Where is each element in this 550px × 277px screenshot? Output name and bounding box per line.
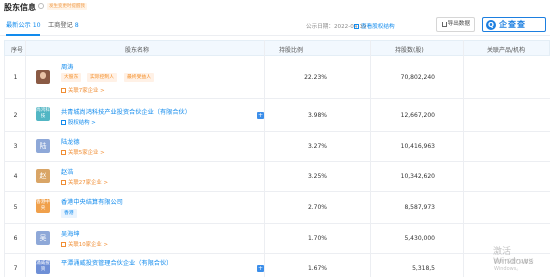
structure-icon [354,24,359,29]
equity-structure-sub-link[interactable]: 股权结构 > [61,118,96,126]
row-index: 1 [13,74,18,81]
company-icon [61,180,66,185]
related-companies-link[interactable]: 关联5家企业 > [61,148,105,156]
share-ratio: 1.67% [307,265,327,272]
download-icon [442,22,447,27]
company-icon [61,88,66,93]
table-row: 6 吴 吴海坤 关联10家企业 > 1.70% 5,430,000 [4,224,550,254]
share-amount: 10,342,620 [400,173,435,180]
table-row: 4 赵 赵浩 关联27家企业 > 3.25% 10,342,620 [4,162,550,192]
avatar [36,70,50,84]
structure-icon [61,120,66,125]
expand-plus-icon[interactable]: + [257,265,264,272]
expand-plus-icon[interactable]: + [257,112,264,119]
row-index: 2 [13,112,18,119]
brand-name: 企查查 [499,20,526,29]
company-icon [61,150,66,155]
equity-structure-link[interactable]: 查看股权结构 [354,22,395,30]
avatar: 尚鸿科技 [36,107,50,121]
share-ratio: 3.27% [307,143,327,150]
company-icon [61,242,66,247]
table-row: 5 香港中央 香港中央结算有限公司 香港 2.70% 8,587,973 [4,192,550,224]
row-index: 5 [13,204,18,211]
tab-registration[interactable]: 工商登记 8 [48,20,79,29]
related-companies-label: 关联27家企业 > [68,180,109,186]
share-amount: 10,416,963 [400,143,435,150]
related-companies-label: 关联7家企业 > [68,88,105,94]
shareholder-name[interactable]: 吴海坤 [61,229,80,238]
tag-major-shareholder: 大股东 [61,73,82,82]
share-ratio: 3.25% [307,173,327,180]
tab-latest-count: 10 [32,22,41,29]
qichacha-logo: Q 企查查 [482,17,546,32]
share-amount: 5,318,5 [412,265,435,272]
section-title-row: 股东信息 发生变更时提醒我 [0,0,550,12]
tab-latest[interactable]: 最新公示 10 [6,20,41,29]
shareholder-name[interactable]: 赵浩 [61,167,73,176]
row-index: 4 [13,173,18,180]
shareholder-name[interactable]: 周涛 [61,62,73,71]
avatar: 香港中央 [36,199,50,213]
share-amount: 8,587,973 [404,204,435,211]
share-ratio: 2.70% [307,204,327,211]
windows-activation-hint: 转到"设置"以激活 Windows。 [494,259,534,272]
share-amount: 5,430,000 [404,235,435,242]
col-related: 关联产品/机构 [487,47,526,54]
tab-registration-label: 工商登记 [48,22,73,29]
info-icon[interactable] [38,3,44,9]
related-companies-link[interactable]: 关联10家企业 > [61,240,108,248]
table-header: 序号 股东名称 持股比例 持股数(股) 关联产品/机构 [4,40,550,56]
shareholder-name[interactable]: 平潭涌威投资管理合伙企业（有限合伙） [61,258,172,267]
table-row: 3 陆 陆龙德 关联5家企业 > 3.27% 10,416,963 [4,132,550,162]
equity-structure-sub-label: 股权结构 > [68,120,96,126]
share-ratio: 22.23% [304,74,327,81]
shareholder-name[interactable]: 陆龙德 [61,137,80,146]
tab-latest-label: 最新公示 [6,22,31,29]
share-amount: 12,667,200 [400,112,435,119]
active-tab-indicator [6,34,40,36]
related-companies-link[interactable]: 关联7家企业 > [61,86,105,94]
avatar: 涌威投资 [36,260,50,274]
section-title: 股东信息 [4,3,36,12]
tab-registration-count: 8 [74,22,79,29]
row-index: 6 [13,235,18,242]
share-amount: 70,802,240 [400,74,435,81]
table-row: 1 周涛 大股东 实际控制人 最终受益人 关联7家企业 > 22.23% 70,… [4,56,550,99]
row-index: 3 [13,143,18,150]
tag-beneficiary: 最终受益人 [124,73,154,82]
related-companies-link[interactable]: 关联27家企业 > [61,178,108,186]
col-amount: 持股数(股) [395,47,424,54]
table-row: 7 涌威投资 平潭涌威投资管理合伙企业（有限合伙） + 1.67% 5,318,… [4,254,550,277]
brand-logo-icon: Q [486,20,496,30]
col-index: 序号 [11,47,24,54]
shareholder-name[interactable]: 香港中央结算有限公司 [61,197,123,206]
col-ratio: 持股比例 [279,47,304,54]
col-shareholder: 股东名称 [125,47,150,54]
share-ratio: 3.98% [307,112,327,119]
tag-hongkong: 香港 [61,209,77,218]
export-button[interactable]: 导出数据 [436,17,475,32]
export-label: 导出数据 [447,21,470,27]
equity-structure-label: 查看股权结构 [361,24,395,30]
related-companies-label: 关联5家企业 > [68,150,105,156]
avatar: 吴 [36,231,50,245]
row-index: 7 [13,265,18,272]
avatar: 赵 [36,169,50,183]
avatar: 陆 [36,139,50,153]
change-alert-badge[interactable]: 发生变更时提醒我 [47,3,87,10]
tag-actual-controller: 实际控制人 [87,73,117,82]
table-row: 2 尚鸿科技 共青城尚鸿科技产业投资合伙企业（有限合伙） 股权结构 > + 3.… [4,99,550,132]
related-companies-label: 关联10家企业 > [68,242,109,248]
share-ratio: 1.70% [307,235,327,242]
shareholder-name[interactable]: 共青城尚鸿科技产业投资合伙企业（有限合伙） [61,107,191,116]
